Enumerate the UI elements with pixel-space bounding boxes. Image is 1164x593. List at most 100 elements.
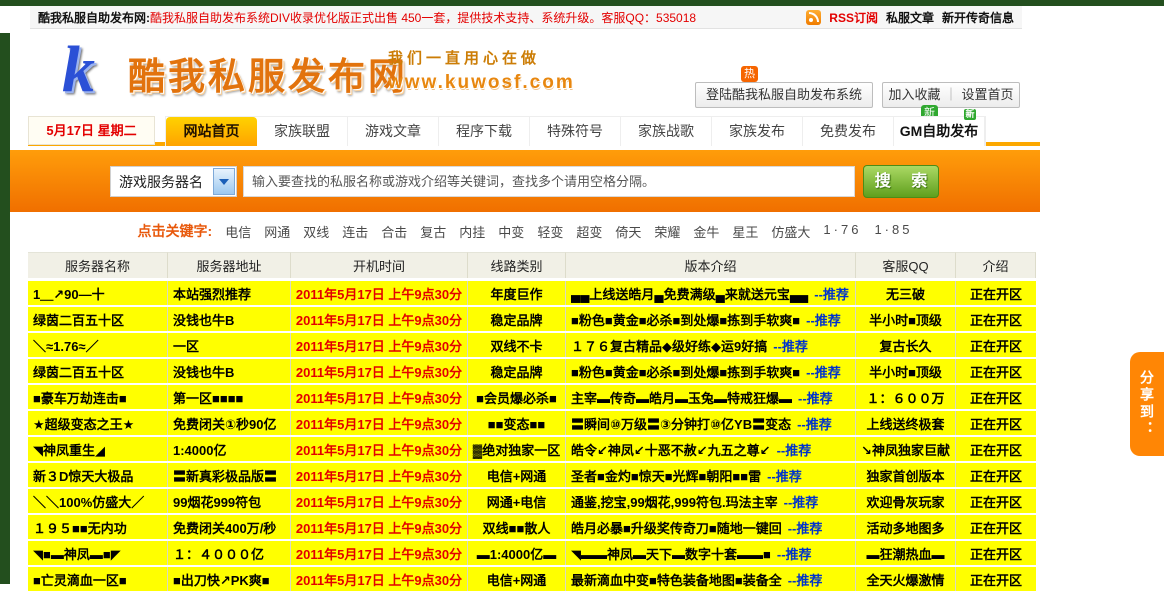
rss-icon[interactable] (806, 10, 821, 25)
server-type-select[interactable]: 游戏服务器名 (110, 166, 237, 197)
set-homepage-link[interactable]: 设置首页 (962, 87, 1014, 102)
table-row[interactable]: 绿茵二百五十区没钱也牛B2011年5月17日 上午9点30分稳定品牌■粉色■黄金… (28, 359, 1036, 383)
tab-4[interactable]: 特殊符号 (530, 117, 621, 146)
table-row[interactable]: 绿茵二百五十区没钱也牛B2011年5月17日 上午9点30分稳定品牌■粉色■黄金… (28, 307, 1036, 331)
table-row[interactable]: 1＿↗90—十本站强烈推荐2011年5月17日 上午9点30分年度巨作▄▄上线送… (28, 281, 1036, 305)
table-row[interactable]: ＼≈1.76≈／一区2011年5月17日 上午9点30分双线不卡１７６复古精品◆… (28, 333, 1036, 357)
cell-time: 2011年5月17日 上午9点30分 (291, 411, 468, 435)
site-header: k 酷我私服发布网 我们一直用心在做 www.kuwosf.com 登陆酷我私服… (10, 30, 1040, 116)
keyword-link-9[interactable]: 超变 (576, 222, 602, 241)
table-row[interactable]: ◥神凤重生◢1:4000亿2011年5月17日 上午9点30分▓绝对独家一区皓令… (28, 437, 1036, 461)
cell-intro: 圣者■金灼■惊天■光辉■朝阳■■雷--推荐 (566, 463, 856, 487)
table-row[interactable]: ■亡灵滴血一区■■出刀快↗PK爽■2011年5月17日 上午9点30分电信+网通… (28, 567, 1036, 591)
intro-text: 主宰▬传奇▬皓月▬玉兔▬特戒狂爆▬ (571, 388, 792, 407)
recommend-label: --推荐 (814, 284, 849, 303)
recommend-label: --推荐 (788, 518, 823, 537)
keyword-link-15[interactable]: 1·76 (823, 222, 861, 241)
cell-time: 2011年5月17日 上午9点30分 (291, 489, 468, 513)
recommend-label: --推荐 (788, 570, 823, 589)
tab-3[interactable]: 程序下载 (439, 117, 530, 146)
keyword-link-7[interactable]: 中变 (498, 222, 524, 241)
col-header-0: 服务器名称 (28, 252, 168, 278)
cell-line: 双线■■散人 (468, 515, 566, 539)
tab-6[interactable]: 家族发布 (712, 117, 803, 146)
recommend-label: --推荐 (773, 336, 808, 355)
keyword-link-0[interactable]: 电信 (225, 222, 251, 241)
site-label: 酷我私服自助发布网: (38, 11, 150, 25)
cell-status: 正在开区 (956, 567, 1036, 591)
tab-1[interactable]: 家族联盟 (257, 117, 348, 146)
keyword-link-12[interactable]: 金牛 (693, 222, 719, 241)
cell-qq: １：６００万 (856, 385, 956, 409)
keyword-link-10[interactable]: 倚天 (615, 222, 641, 241)
cell-name: 绿茵二百五十区 (28, 359, 168, 383)
cell-status: 正在开区 (956, 281, 1036, 305)
table-row[interactable]: ★超级变态之王★免费闭关①秒90亿2011年5月17日 上午9点30分■■变态■… (28, 411, 1036, 435)
logo-k-icon: k (62, 32, 95, 108)
rss-subscribe-link[interactable]: RSS订阅 (829, 9, 878, 26)
cell-qq: 无三破 (856, 281, 956, 305)
keyword-link-4[interactable]: 合击 (381, 222, 407, 241)
tab-5[interactable]: 家族战歌 (621, 117, 712, 146)
share-tab[interactable]: 分享到： (1130, 352, 1164, 456)
keyword-link-5[interactable]: 复古 (420, 222, 446, 241)
search-button[interactable]: 搜 索 (863, 165, 939, 198)
cell-status: 正在开区 (956, 359, 1036, 383)
cell-time: 2011年5月17日 上午9点30分 (291, 333, 468, 357)
keyword-link-13[interactable]: 星王 (732, 222, 758, 241)
table-row[interactable]: ◥■▬神凤▬■◤１：４０００亿2011年5月17日 上午9点30分▬1:4000… (28, 541, 1036, 565)
cell-time: 2011年5月17日 上午9点30分 (291, 359, 468, 383)
cell-time: 2011年5月17日 上午9点30分 (291, 437, 468, 461)
keyword-link-1[interactable]: 网通 (264, 222, 290, 241)
date-tab: 5月17日 星期二 (28, 116, 155, 145)
cell-intro: 皓月必暴■升级奖传奇刀■随地一键回--推荐 (566, 515, 856, 539)
table-row[interactable]: ＼＼100%仿盛大／99烟花999符包2011年5月17日 上午9点30分网通+… (28, 489, 1036, 513)
cell-addr: 第一区■■■■ (168, 385, 291, 409)
add-favorite-link[interactable]: 加入收藏 (888, 87, 940, 102)
table-row[interactable]: ■豪车万劫连击■第一区■■■■2011年5月17日 上午9点30分■会员爆必杀■… (28, 385, 1036, 409)
intro-text: 通鉴,挖宝,99烟花,999符包.玛法主宰 (571, 492, 778, 511)
cell-qq: 上线送终极套 (856, 411, 956, 435)
table-header: 服务器名称服务器地址开机时间线路类别版本介绍客服QQ介绍 (28, 252, 1036, 278)
cell-intro: ▄▄上线送皓月▄免费满级▄来就送元宝▄▄--推荐 (566, 281, 856, 305)
server-table: 服务器名称服务器地址开机时间线路类别版本介绍客服QQ介绍 1＿↗90—十本站强烈… (28, 252, 1036, 593)
table-row[interactable]: １９５■■无内功免费闭关400万/秒2011年5月17日 上午9点30分双线■■… (28, 515, 1036, 539)
cell-status: 正在开区 (956, 463, 1036, 487)
tab-2[interactable]: 游戏文章 (348, 117, 439, 146)
tab-0[interactable]: 网站首页 (166, 117, 257, 146)
cell-name: ★超级变态之王★ (28, 411, 168, 435)
logo-text: 酷我私服发布网 (128, 46, 408, 100)
recommend-label: --推荐 (806, 310, 841, 329)
col-header-4: 版本介绍 (566, 252, 856, 278)
table-row[interactable]: 新３D惊天大极品〓新真彩极品版〓2011年5月17日 上午9点30分电信+网通圣… (28, 463, 1036, 487)
link-private-server-articles[interactable]: 私服文章 (886, 9, 934, 26)
cell-line: 年度巨作 (468, 281, 566, 305)
keyword-link-2[interactable]: 双线 (303, 222, 329, 241)
intro-text: 〓瞬间⑩万级〓③分钟打⑩亿YB〓变态 (571, 414, 791, 433)
tab-8[interactable]: GM自助发布新 (894, 117, 985, 146)
tab-7[interactable]: 免费发布 (803, 117, 894, 146)
keyword-link-6[interactable]: 内挂 (459, 222, 485, 241)
link-new-legend-info[interactable]: 新开传奇信息 (942, 9, 1014, 26)
tab-list: 网站首页家族联盟游戏文章程序下载特殊符号家族战歌家族发布免费发布GM自助发布新 (165, 116, 986, 146)
search-input[interactable] (243, 166, 855, 197)
keyword-link-3[interactable]: 连击 (342, 222, 368, 241)
keyword-link-11[interactable]: 荣耀 (654, 222, 680, 241)
site-url: www.kuwosf.com (388, 72, 575, 94)
keywords-bar: 点击关键字: 电信网通双线连击合击复古内挂中变轻变超变倚天荣耀金牛星王仿盛大 1·… (10, 212, 1040, 250)
cell-time: 2011年5月17日 上午9点30分 (291, 307, 468, 331)
keyword-link-14[interactable]: 仿盛大 (771, 222, 810, 241)
cell-addr: 免费闭关400万/秒 (168, 515, 291, 539)
keyword-link-16[interactable]: 1·85 (874, 222, 912, 241)
cell-qq: ↘神凤独家巨献 (856, 437, 956, 461)
cell-addr: 本站强烈推荐 (168, 281, 291, 305)
cell-intro: 〓瞬间⑩万级〓③分钟打⑩亿YB〓变态--推荐 (566, 411, 856, 435)
intro-text: 最新滴血中变■特色装备地图■装备全 (571, 570, 782, 589)
keywords-label: 点击关键字: (138, 221, 213, 241)
slogan-block: 我们一直用心在做 www.kuwosf.com (388, 47, 575, 94)
intro-text: ■粉色■黄金■必杀■到处爆■拣到手软爽■ (571, 362, 800, 381)
login-button[interactable]: 登陆酷我私服自助发布系统 (695, 82, 873, 108)
favorite-sethome-button[interactable]: 加入收藏｜设置首页 (882, 82, 1020, 108)
keyword-link-8[interactable]: 轻变 (537, 222, 563, 241)
chevron-down-icon[interactable] (213, 168, 235, 195)
